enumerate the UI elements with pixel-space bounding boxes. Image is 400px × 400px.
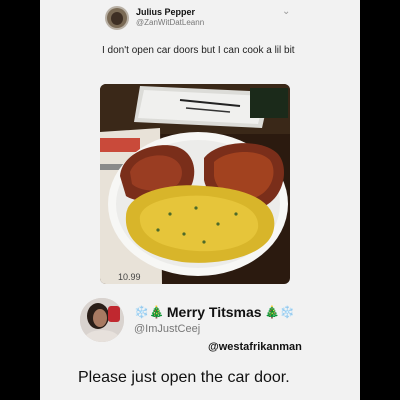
reply-name-row: ❄️🎄 Merry Titsmas 🎄❄️ [134, 303, 294, 321]
reply-author-avatar[interactable] [80, 298, 124, 342]
reply-author-handle[interactable]: @ImJustCeej [134, 323, 200, 335]
plate-of-food-image: 10.99 [100, 84, 290, 284]
screenshot-frame: Julius Pepper @ZanWitDatLeann ⌄ I don't … [40, 0, 360, 400]
embedded-tweet: Julius Pepper @ZanWitDatLeann ⌄ I don't … [40, 0, 360, 290]
price-tag-text: 10.99 [118, 272, 141, 282]
tweet-author-handle[interactable]: @ZanWitDatLeann [136, 18, 204, 27]
reply-author-name[interactable]: Merry Titsmas [167, 304, 262, 320]
tweet-text: I don't open car doors but I can cook a … [102, 45, 295, 56]
tweet-author-avatar[interactable] [105, 6, 129, 30]
tweet-author-name[interactable]: Julius Pepper [136, 7, 195, 17]
food-photo[interactable]: 10.99 [100, 84, 290, 284]
mention-link[interactable]: @westafrikanman [208, 341, 302, 353]
tree-snowflake-emoji: 🎄❄️ [264, 305, 295, 319]
reply-text: Please just open the car door. [78, 369, 290, 386]
snowflake-tree-emoji: ❄️🎄 [134, 305, 164, 319]
chevron-down-icon[interactable]: ⌄ [282, 6, 290, 17]
